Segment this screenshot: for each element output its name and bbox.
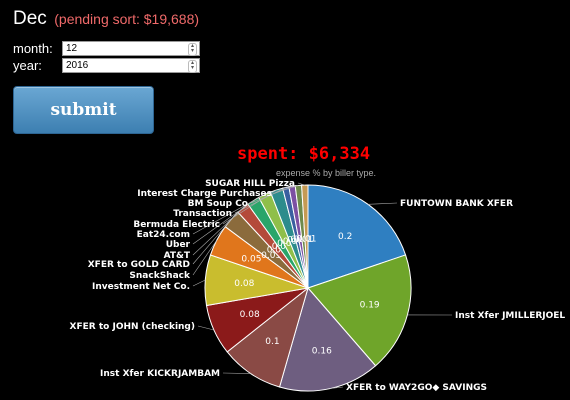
leader-line [192,279,206,287]
slice-value-label: 0.08 [240,310,260,320]
slice-value-label: 0.01 [296,235,316,245]
slice-category-label: XFER to WAY2GO◆ SAVINGS [346,383,487,393]
slice-value-label: 0.16 [312,346,332,356]
slice-category-label: Bermuda Electric [133,220,220,230]
slice-category-label: Inst Xfer KICKRJAMBAM [100,369,220,379]
slice-category-label: FUNTOWN BANK XFER [400,199,513,209]
slice-category-label: Inst Xfer JMILLERJOEL [455,311,565,321]
slice-category-label: SnackShack [129,271,191,281]
slice-category-label: Uber [166,240,191,250]
slice-category-label: BM Soup Co [188,199,248,209]
slice-category-label: XFER to JOHN (checking) [70,322,195,332]
slice-category-label: AT&T [164,251,191,261]
slice-value-label: 0.19 [360,301,380,311]
slice-category-label: XFER to GOLD CARD [88,260,190,270]
slice-category-label: Interest Charge Purchases [137,189,272,199]
slice-value-label: 0.1 [265,337,279,347]
slice-category-label: Investment Net Co. [92,282,190,292]
slice-category-label: Eat24.com [137,230,190,240]
slice-category-label: Transaction [173,209,232,219]
leader-line [222,372,251,374]
slice-value-label: 0.08 [234,279,254,289]
pie-chart: 0.2 FUNTOWN BANK XFER 0.19 Inst Xfer JMILLE… [70,179,566,393]
slice-value-label: 0.2 [338,232,352,242]
slice-category-label: SUGAR HILL Pizza [205,179,295,189]
leader-line [197,325,215,331]
leader-line [368,202,398,205]
slice-value-label: 0.05 [241,254,261,264]
